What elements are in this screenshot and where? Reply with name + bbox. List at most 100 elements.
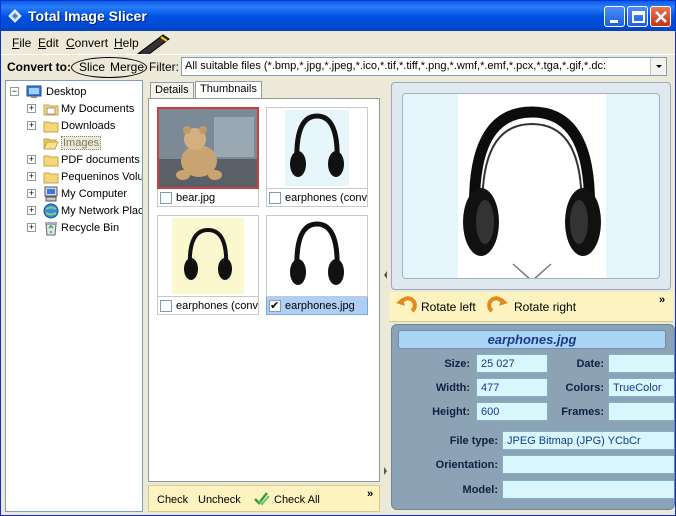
thumbnail-item[interactable]: earphones.jpg [266, 215, 368, 315]
rotate-right-button[interactable]: Rotate right [514, 300, 576, 314]
tree-item-label: Images [61, 136, 102, 150]
slice-button[interactable]: Slice [79, 60, 105, 74]
check-all-button[interactable]: Check All [274, 494, 320, 506]
minimize-button[interactable] [604, 6, 625, 27]
orientation-field [502, 455, 674, 474]
rotate-left-button[interactable]: Rotate left [421, 300, 476, 314]
title-bar[interactable]: Total Image Slicer [1, 1, 675, 31]
thumbnail-caption: earphones (conv [157, 297, 259, 315]
expand-icon[interactable] [27, 221, 36, 233]
thumbnail-label: earphones.jpg [285, 300, 355, 312]
menu-convert[interactable]: Convert [66, 36, 108, 50]
file-type-label: File type: [449, 435, 498, 447]
tree-item-downloads[interactable]: Downloads [27, 118, 140, 135]
expand-icon[interactable] [27, 119, 36, 131]
file-type-field: JPEG Bitmap (JPG) YCbCr [502, 431, 674, 450]
tree-item-images[interactable]: Images [27, 135, 140, 152]
width-field: 477 [476, 378, 548, 397]
tree-item-recycle-bin[interactable]: Recycle Bin [27, 220, 140, 237]
selection-bar: Check Uncheck Check All » [148, 485, 380, 512]
collapse-left-icon[interactable] [383, 270, 388, 280]
window-title: Total Image Slicer [28, 8, 147, 24]
tree-item-label: My Computer [61, 188, 128, 200]
tree-item-pdf-documents[interactable]: PDF documents [27, 152, 140, 169]
tree-item-label: Recycle Bin [61, 222, 120, 234]
size-field: 25 027 [476, 354, 548, 373]
network-icon [43, 203, 59, 219]
recycle-bin-icon [43, 220, 59, 236]
tree-item-my-network[interactable]: My Network Plac [27, 203, 142, 220]
thumbnail-image [157, 107, 259, 189]
preview-image [402, 93, 660, 279]
menu-convert-mnemonic: C [66, 36, 75, 50]
thumbnail-image [266, 107, 368, 189]
more-button[interactable]: » [659, 294, 665, 306]
expand-icon[interactable] [27, 153, 36, 165]
tree-item-pequeninos[interactable]: Pequeninos Volu [27, 169, 143, 186]
uncheck-button[interactable]: Uncheck [198, 494, 241, 506]
menu-help-mnemonic: H [114, 36, 123, 50]
tab-details[interactable]: Details [150, 82, 194, 99]
collapse-icon[interactable] [10, 85, 19, 97]
rotate-left-icon[interactable] [395, 295, 417, 317]
menu-edit-mnemonic: E [38, 36, 47, 50]
desktop-icon [26, 84, 42, 100]
thumbnail-item[interactable]: bear.jpg [157, 107, 259, 207]
more-button[interactable]: » [367, 488, 373, 500]
thumbnail-caption: earphones.jpg [266, 297, 368, 315]
check-button[interactable]: Check [157, 494, 188, 506]
tree-item-my-documents[interactable]: My Documents [27, 101, 140, 118]
menu-file[interactable]: File [12, 36, 31, 50]
tab-thumbnails[interactable]: Thumbnails [195, 81, 262, 99]
menu-file-label: ile [19, 36, 32, 50]
close-button[interactable] [650, 6, 671, 27]
folder-tree: Desktop My Documents Downloads Images [5, 80, 143, 512]
date-field [608, 354, 674, 373]
frames-field [608, 402, 674, 421]
tree-item-label: Desktop [46, 86, 87, 98]
thumbnail-checkbox[interactable] [160, 192, 172, 204]
date-label: Date: [576, 358, 604, 370]
menu-edit[interactable]: Edit [38, 36, 59, 50]
check-all-icon [253, 490, 271, 511]
maximize-button[interactable] [627, 6, 648, 27]
model-label: Model: [462, 484, 498, 496]
merge-button[interactable]: Merge [110, 60, 144, 74]
expand-icon[interactable] [27, 102, 36, 114]
chevron-down-icon[interactable] [650, 58, 666, 75]
colors-field: TrueColor [608, 378, 674, 397]
thumbnail-item[interactable]: earphones (conv [266, 107, 368, 207]
tree-item-desktop[interactable]: Desktop [10, 84, 140, 101]
folder-icon [43, 118, 59, 134]
folder-open-icon [43, 135, 59, 151]
thumbnail-checkbox[interactable] [160, 300, 172, 312]
rotate-right-icon[interactable] [487, 295, 509, 317]
panel-splitter[interactable] [382, 80, 389, 512]
model-field [502, 480, 674, 499]
tree-item-my-computer[interactable]: My Computer [27, 186, 140, 203]
collapse-right-icon[interactable] [383, 466, 388, 476]
thumbnail-checkbox[interactable] [269, 192, 281, 204]
file-panel: Details Thumbnails bear.jpg earphones (c… [146, 80, 382, 512]
menu-bar: File Edit Convert Help [1, 31, 675, 57]
tree-item-label: My Documents [61, 103, 135, 115]
folder-icon [43, 152, 59, 168]
expand-icon[interactable] [27, 204, 36, 216]
thumbnail-checkbox[interactable] [269, 299, 281, 312]
folder-icon [43, 169, 59, 185]
tree-item-label: Pequeninos Volu [61, 171, 143, 183]
expand-icon[interactable] [27, 170, 36, 182]
menu-edit-label: dit [46, 36, 59, 50]
file-info-panel: earphones.jpg Size: 25 027 Date: Width: … [391, 324, 675, 510]
thumbnail-label: bear.jpg [176, 192, 216, 204]
height-field: 600 [476, 402, 548, 421]
computer-icon [43, 186, 59, 202]
app-icon [7, 8, 23, 24]
thumbnail-caption: earphones (conv [266, 189, 368, 207]
height-label: Height: [432, 406, 470, 418]
expand-icon[interactable] [27, 187, 36, 199]
thumbnail-caption: bear.jpg [157, 189, 259, 207]
filter-label: Filter: [149, 60, 179, 74]
filter-select[interactable]: All suitable files (*.bmp,*.jpg,*.jpeg,*… [181, 57, 667, 76]
thumbnail-item[interactable]: earphones (conv [157, 215, 259, 315]
